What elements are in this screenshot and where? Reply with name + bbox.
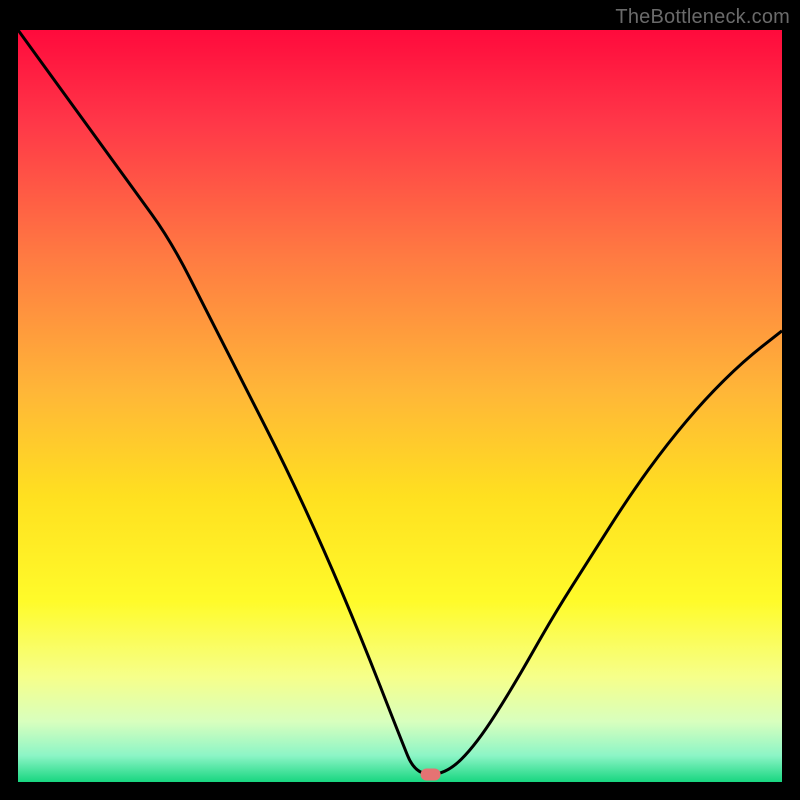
plot-svg [18, 30, 782, 782]
gradient-background [18, 30, 782, 782]
watermark-text: TheBottleneck.com [615, 6, 790, 29]
plot-area [18, 30, 782, 782]
optimal-point-marker [421, 768, 441, 780]
bottleneck-chart: TheBottleneck.com [0, 0, 800, 800]
